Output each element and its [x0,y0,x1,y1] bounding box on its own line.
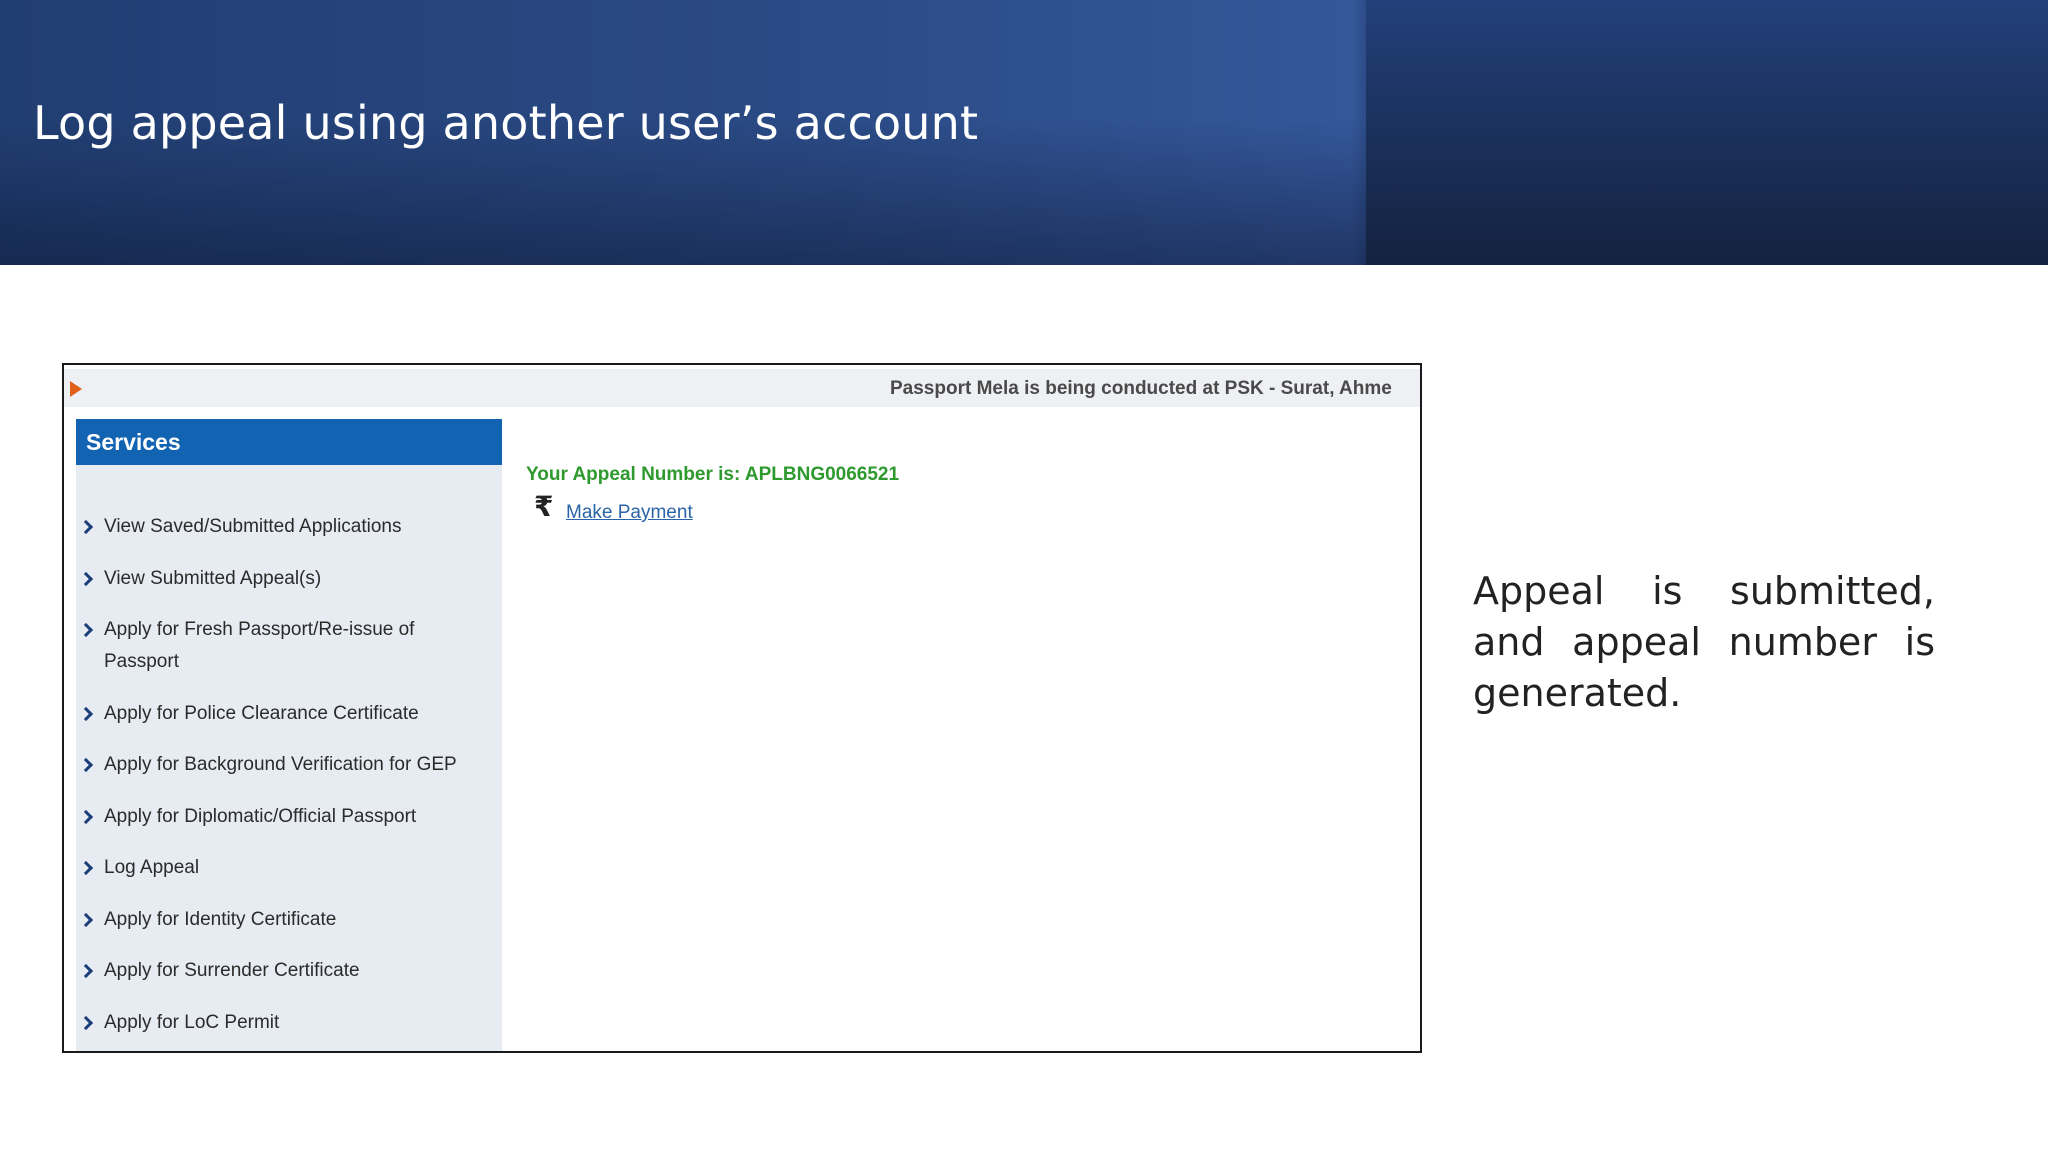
services-sidebar: Services View Saved/Submitted Applicatio… [76,419,502,1051]
service-item-label: Apply for Background Verification for GE… [104,754,457,775]
service-item-fresh-passport[interactable]: Apply for Fresh Passport/Re-issue of Pas… [76,614,502,678]
service-item-label: Log Appeal [104,857,200,878]
slide-title: Log appeal using another user’s account [33,96,979,150]
service-item-label: Apply for Police Clearance Certificate [104,702,419,724]
chevron-right-icon [78,912,94,927]
service-item-label: Apply for Surrender Certificate [104,960,360,981]
chevron-right-icon [78,809,94,824]
service-item-view-submitted-appeals[interactable]: View Submitted Appeal(s) [76,563,502,595]
service-item-police-clearance[interactable]: Apply for Police Clearance Certificate [76,698,502,730]
chevron-right-icon [78,706,94,721]
service-item-label: Apply for LoC Permit [104,1011,280,1033]
chevron-right-icon [78,519,94,535]
service-item-label: View Submitted Appeal(s) [104,567,322,589]
news-ticker: Passport Mela is being conducted at PSK … [64,369,1420,407]
service-item-loc-permit[interactable]: Apply for LoC Permit [76,1007,502,1039]
service-item-label: Apply for Fresh Passport/Re-issue of Pas… [104,619,415,672]
service-item-log-appeal[interactable]: Log Appeal [76,852,502,884]
chevron-right-icon [78,963,94,979]
service-item-label: Apply for Identity Certificate [104,908,337,930]
make-payment-link[interactable]: Make Payment [566,502,693,524]
ticker-text[interactable]: Passport Mela is being conducted at PSK … [890,378,1392,400]
chevron-right-icon [78,1015,94,1030]
slide-caption: Appeal is submitted, and appeal number i… [1473,569,1935,715]
services-header: Services [76,419,502,465]
play-arrow-icon [70,381,82,397]
chevron-right-icon [78,860,94,876]
embedded-screenshot: Passport Mela is being conducted at PSK … [62,363,1422,1053]
service-item-view-saved-applications[interactable]: View Saved/Submitted Applications [76,511,502,543]
chevron-right-icon [78,622,94,638]
chevron-right-icon [78,757,94,773]
chevron-right-icon [78,571,94,586]
banner-right-panel [1366,0,2048,265]
service-item-identity-certificate[interactable]: Apply for Identity Certificate [76,904,502,936]
services-list: View Saved/Submitted Applications View S… [76,511,502,1051]
appeal-number-message: Your Appeal Number is: APLBNG0066521 [526,464,900,485]
service-item-surrender-certificate[interactable]: Apply for Surrender Certificate [76,955,502,987]
service-item-label: Apply for Diplomatic/Official Passport [104,805,417,827]
service-item-label: View Saved/Submitted Applications [104,516,402,537]
service-item-background-verification[interactable]: Apply for Background Verification for GE… [76,749,502,781]
service-item-diplomatic-passport[interactable]: Apply for Diplomatic/Official Passport [76,801,502,833]
rupee-icon: ₹ [534,490,554,523]
